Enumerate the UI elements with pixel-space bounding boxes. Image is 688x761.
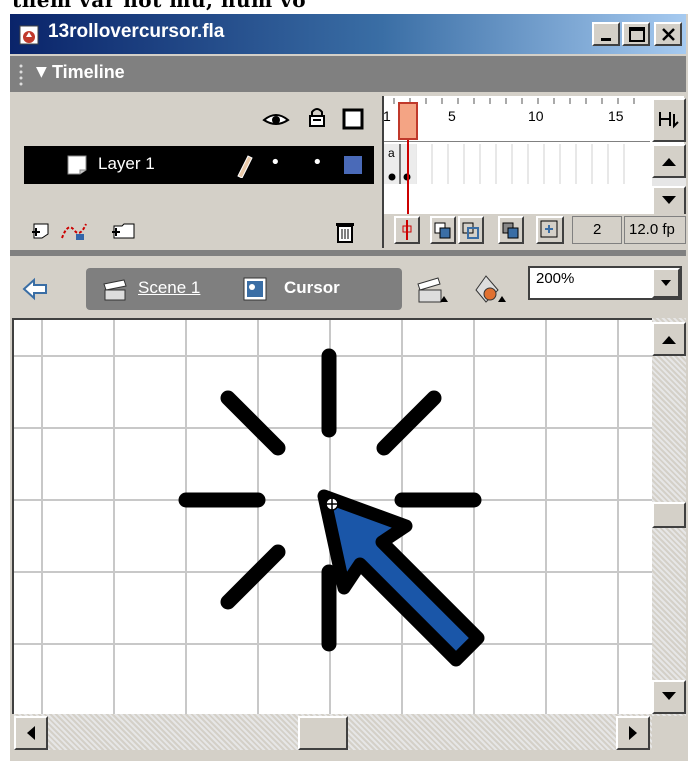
onion-skin-outlines-button[interactable] xyxy=(458,216,484,244)
playhead[interactable] xyxy=(398,102,418,140)
stage-canvas[interactable] xyxy=(12,318,652,714)
frame-rate-display: 12.0 fp xyxy=(624,216,686,244)
add-motion-guide-icon[interactable] xyxy=(60,220,88,242)
ruler-num-10: 10 xyxy=(528,108,544,124)
layer-icon xyxy=(67,155,87,175)
stage-scroll-right[interactable] xyxy=(616,716,650,750)
frame-ruler[interactable]: 1 5 10 15 xyxy=(383,98,650,142)
layer-name[interactable]: Layer 1 xyxy=(98,154,155,174)
cropped-header-text: tnem var not mu, num vo xyxy=(12,0,307,12)
empty-frame-row xyxy=(384,184,650,212)
timeline-menu-icon xyxy=(659,112,679,129)
window-titlebar[interactable]: 13rollovercursor.fla xyxy=(10,14,686,54)
back-arrow-icon[interactable] xyxy=(20,276,50,302)
stage-scroll-left[interactable] xyxy=(14,716,48,750)
scene-link[interactable]: Scene 1 xyxy=(138,278,200,298)
maximize-button[interactable] xyxy=(622,22,650,46)
timeline-view-options-button[interactable] xyxy=(652,98,686,142)
gripper-icon xyxy=(19,64,23,86)
eye-icon[interactable] xyxy=(262,108,290,130)
minimize-button[interactable] xyxy=(592,22,620,46)
collapse-triangle-icon[interactable]: ▼ xyxy=(36,64,47,80)
keyframe-action-label: a xyxy=(388,146,395,160)
edit-symbols-icon[interactable] xyxy=(470,272,510,306)
ruler-num-1: 1 xyxy=(383,108,391,124)
trash-icon[interactable] xyxy=(334,220,356,244)
breadcrumb: Scene 1 Cursor xyxy=(86,268,402,310)
window-title: 13rollovercursor.fla xyxy=(48,21,225,42)
arrow-right-icon xyxy=(629,726,637,740)
insert-layer-icon[interactable] xyxy=(30,220,58,242)
ruler-num-15: 15 xyxy=(608,108,624,124)
modify-onion-markers-button[interactable] xyxy=(536,216,564,244)
close-button[interactable] xyxy=(654,22,682,46)
stage-horizontal-thumb[interactable] xyxy=(298,716,348,750)
playhead-line xyxy=(407,140,409,214)
frames-scroll-down[interactable] xyxy=(652,186,686,216)
onion-skin-icon xyxy=(434,222,451,239)
onion-skin-button[interactable] xyxy=(430,216,456,244)
maximize-icon xyxy=(629,27,645,42)
onion-markers-icon xyxy=(540,220,558,238)
scene-icon xyxy=(103,279,127,301)
frames-scroll-up[interactable] xyxy=(652,144,686,178)
fla-file-icon xyxy=(19,25,39,45)
stage-drawing[interactable] xyxy=(14,320,652,714)
current-frame-display: 2 xyxy=(572,216,622,244)
scrollbar-corner xyxy=(652,716,686,750)
symbol-name[interactable]: Cursor xyxy=(284,278,340,298)
current-frame-value: 2 xyxy=(593,221,602,238)
onion-skin-outlines-icon xyxy=(462,222,479,239)
registration-point-icon xyxy=(325,497,339,511)
frame-cells[interactable] xyxy=(384,144,650,184)
zoom-dropdown-button[interactable] xyxy=(652,268,680,298)
arrow-left-icon xyxy=(27,726,35,740)
stage-scroll-down[interactable] xyxy=(652,680,686,714)
pencil-icon xyxy=(237,155,253,178)
ruler-num-5: 5 xyxy=(448,108,456,124)
edit-multiple-frames-icon xyxy=(502,222,519,239)
lock-dot[interactable]: • xyxy=(312,152,323,173)
stage-scroll-up[interactable] xyxy=(652,322,686,356)
chevron-down-icon xyxy=(661,280,671,286)
stage-vertical-thumb[interactable] xyxy=(652,502,686,528)
close-icon xyxy=(662,28,675,41)
lock-icon[interactable] xyxy=(306,106,328,128)
arrow-down-icon xyxy=(662,692,676,700)
timeline-label: Timeline xyxy=(52,62,125,82)
minimize-icon xyxy=(601,38,611,41)
movie-clip-symbol-icon xyxy=(243,277,267,301)
layer-row[interactable]: Layer 1 • • xyxy=(24,146,374,184)
insert-folder-icon[interactable] xyxy=(110,218,140,242)
arrow-up-icon xyxy=(662,158,676,166)
visibility-dot[interactable]: • xyxy=(270,152,281,173)
outline-square-icon[interactable] xyxy=(342,108,364,130)
arrow-down-icon xyxy=(662,196,676,204)
edit-multiple-frames-button[interactable] xyxy=(498,216,524,244)
center-frame-button[interactable] xyxy=(394,216,420,244)
center-frame-icon xyxy=(402,220,412,240)
layer-outline-color[interactable] xyxy=(344,156,362,174)
timeline-panel-header[interactable]: ▼ Timeline xyxy=(10,56,686,92)
edit-scene-icon[interactable] xyxy=(414,272,450,306)
arrow-up-icon xyxy=(662,336,676,344)
frames-scroll-track[interactable] xyxy=(652,178,686,186)
zoom-value[interactable]: 200% xyxy=(536,270,574,287)
frame-rate-value: 12.0 fp xyxy=(629,221,675,238)
zoom-control[interactable]: 200% xyxy=(528,266,682,300)
